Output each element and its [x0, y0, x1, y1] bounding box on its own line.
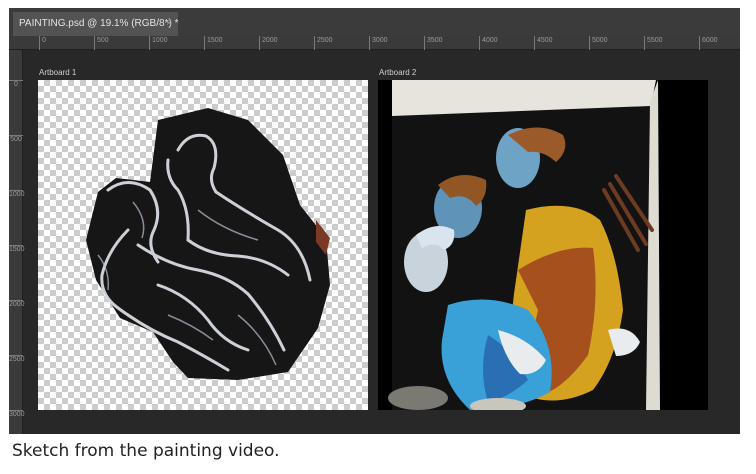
ruler-tick: 2000	[9, 300, 25, 308]
ruler-tick: 2500	[9, 355, 25, 363]
ruler-tick: 1000	[9, 190, 25, 198]
ruler-tick: 6000	[699, 36, 718, 50]
artboard-1-label[interactable]: Artboard 1	[39, 68, 76, 77]
close-icon[interactable]: ×	[166, 12, 172, 36]
ruler-tick: 500	[94, 36, 109, 50]
document-tab[interactable]: PAINTING.psd @ 19.1% (RGB/8*) * ×	[13, 12, 178, 36]
document-tab-bar: PAINTING.psd @ 19.1% (RGB/8*) * ×	[9, 8, 740, 36]
photoshop-window: PAINTING.psd @ 19.1% (RGB/8*) * × 0 500 …	[9, 8, 740, 434]
ruler-tick: 4500	[534, 36, 553, 50]
artboard-2-label[interactable]: Artboard 2	[379, 68, 416, 77]
ruler-tick: 5000	[589, 36, 608, 50]
document-tab-title: PAINTING.psd @ 19.1% (RGB/8*) *	[19, 18, 179, 29]
ruler-tick: 0	[39, 36, 46, 50]
horizontal-ruler[interactable]: 0 500 1000 1500 2000 2500 3000 3500 4000…	[9, 36, 740, 50]
ruler-tick: 1500	[9, 245, 25, 253]
ruler-tick: 1000	[149, 36, 168, 50]
ruler-tick: 4000	[479, 36, 498, 50]
ruler-tick: 3000	[369, 36, 388, 50]
ruler-tick: 3000	[9, 410, 25, 418]
artboard-2-canvas[interactable]	[378, 80, 708, 410]
ruler-tick: 3500	[424, 36, 443, 50]
figure-caption: Sketch from the painting video.	[12, 441, 280, 461]
vertical-ruler[interactable]: 0 500 1000 1500 2000 2500 3000	[9, 50, 25, 434]
ruler-tick: 2000	[259, 36, 278, 50]
ruler-tick: 1500	[204, 36, 223, 50]
painting-photo-image	[378, 80, 708, 410]
ruler-tick: 500	[9, 135, 23, 143]
ruler-tick: 2500	[314, 36, 333, 50]
ruler-tick: 0	[9, 80, 23, 88]
artboard-1-canvas[interactable]	[38, 80, 368, 410]
ruler-tick: 5500	[644, 36, 663, 50]
sketch-cutout-image	[86, 108, 330, 380]
